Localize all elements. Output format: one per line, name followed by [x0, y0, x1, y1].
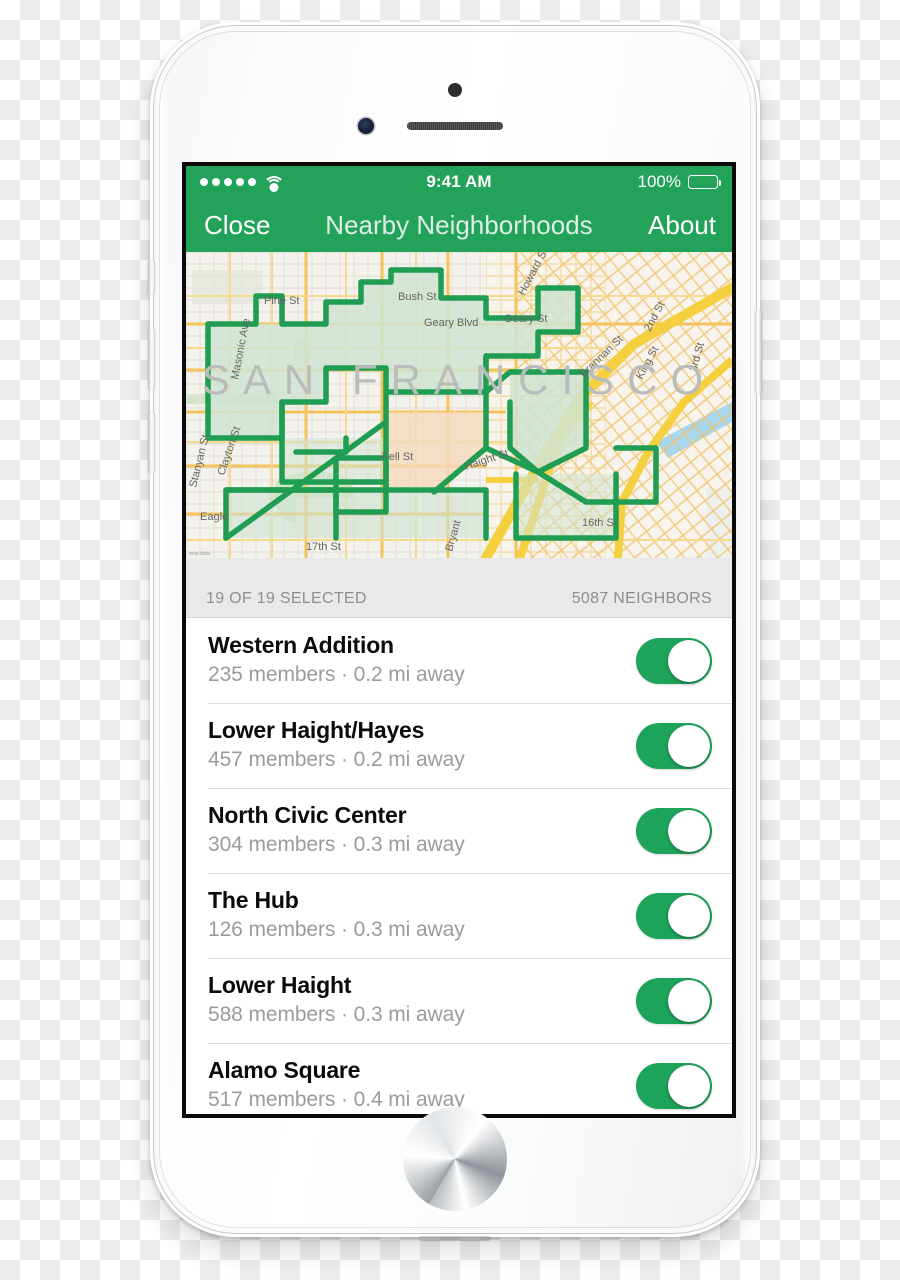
power-button[interactable]: [755, 310, 762, 394]
neighborhood-name: Lower Haight: [208, 972, 352, 999]
neighborhood-map[interactable]: Pine St Bush St Geary St Geary Blvd Fell…: [186, 252, 732, 558]
neighborhood-name: North Civic Center: [208, 802, 407, 829]
front-camera: [358, 118, 374, 134]
list-item[interactable]: Alamo Square 517 members · 0.4 mi away: [186, 1043, 732, 1114]
close-button[interactable]: Close: [204, 210, 270, 241]
list-item[interactable]: North Civic Center 304 members · 0.3 mi …: [186, 788, 732, 873]
toggle-knob: [668, 639, 710, 682]
neighborhood-detail: 517 members · 0.4 mi away: [208, 1088, 465, 1112]
home-button[interactable]: [403, 1107, 507, 1211]
volume-up-button[interactable]: [148, 328, 155, 390]
list-item-text: Lower Haight 588 members · 0.3 mi away: [208, 972, 636, 1028]
list-item-text: Lower Haight/Hayes 457 members · 0.2 mi …: [208, 717, 636, 773]
neighborhood-detail: 235 members · 0.2 mi away: [208, 663, 465, 687]
neighborhood-list[interactable]: Western Addition 235 members · 0.2 mi aw…: [186, 618, 732, 1114]
volume-down-button[interactable]: [148, 412, 155, 474]
silent-switch[interactable]: [148, 260, 155, 294]
neighborhood-toggle[interactable]: [636, 637, 712, 684]
svg-text:Eagle: Eagle: [200, 511, 228, 523]
svg-text:Geary St: Geary St: [504, 313, 547, 325]
svg-text:Fell St: Fell St: [382, 451, 413, 463]
selected-count-label: 19 OF 19 SELECTED: [206, 590, 367, 607]
neighborhood-name: Alamo Square: [208, 1057, 361, 1084]
list-section-header: 19 OF 19 SELECTED 5087 NEIGHBORS: [186, 558, 732, 618]
list-item-text: Western Addition 235 members · 0.2 mi aw…: [208, 632, 636, 688]
lightning-port: [419, 1236, 491, 1241]
neighborhood-detail: 588 members · 0.3 mi away: [208, 1003, 465, 1027]
neighborhood-detail: 457 members · 0.2 mi away: [208, 748, 465, 772]
neighborhood-name: Western Addition: [208, 632, 394, 659]
svg-text:Pine St: Pine St: [264, 295, 299, 307]
map-attribution: map data: [189, 551, 210, 557]
neighborhood-toggle[interactable]: [636, 977, 712, 1024]
status-bar-right: 100%: [637, 172, 722, 192]
toggle-knob: [668, 979, 710, 1022]
svg-text:17th St: 17th St: [306, 541, 341, 553]
map-canvas: Pine St Bush St Geary St Geary Blvd Fell…: [186, 252, 732, 558]
toggle-knob: [668, 894, 710, 937]
svg-text:Bush St: Bush St: [398, 291, 437, 303]
earpiece-speaker: [407, 122, 503, 130]
list-item-text: Alamo Square 517 members · 0.4 mi away: [208, 1057, 636, 1113]
home-button-ring: [403, 1107, 507, 1211]
phone-screen: 9:41 AM 100% Close Nearby Neighborhoods …: [182, 162, 736, 1118]
navigation-bar: Close Nearby Neighborhoods About: [186, 198, 732, 252]
toggle-knob: [668, 724, 710, 767]
battery-percent-label: 100%: [637, 172, 681, 191]
neighborhood-detail: 304 members · 0.3 mi away: [208, 833, 465, 857]
list-item[interactable]: Lower Haight 588 members · 0.3 mi away: [186, 958, 732, 1043]
battery-icon: [688, 175, 722, 189]
iphone-device-mockup: 9:41 AM 100% Close Nearby Neighborhoods …: [148, 22, 762, 1241]
proximity-sensor: [448, 83, 462, 97]
toggle-knob: [668, 809, 710, 852]
neighbors-count-label: 5087 NEIGHBORS: [571, 590, 712, 607]
list-item[interactable]: Western Addition 235 members · 0.2 mi aw…: [186, 618, 732, 703]
neighborhood-toggle[interactable]: [636, 807, 712, 854]
svg-text:Geary Blvd: Geary Blvd: [424, 317, 478, 329]
list-item-text: The Hub 126 members · 0.3 mi away: [208, 887, 636, 943]
list-item[interactable]: Lower Haight/Hayes 457 members · 0.2 mi …: [186, 703, 732, 788]
neighborhood-toggle[interactable]: [636, 722, 712, 769]
neighborhood-detail: 126 members · 0.3 mi away: [208, 918, 465, 942]
neighborhood-toggle[interactable]: [636, 892, 712, 939]
neighborhood-toggle[interactable]: [636, 1062, 712, 1109]
svg-text:16th St: 16th St: [582, 517, 617, 529]
status-bar: 9:41 AM 100%: [186, 166, 732, 198]
list-item-text: North Civic Center 304 members · 0.3 mi …: [208, 802, 636, 858]
neighborhood-name: Lower Haight/Hayes: [208, 717, 425, 744]
neighborhood-name: The Hub: [208, 887, 299, 914]
toggle-knob: [668, 1064, 710, 1107]
about-button[interactable]: About: [648, 210, 716, 241]
list-item[interactable]: The Hub 126 members · 0.3 mi away: [186, 873, 732, 958]
